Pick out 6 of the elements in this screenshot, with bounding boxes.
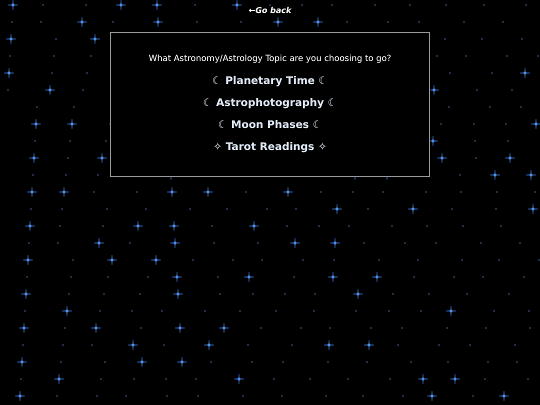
topic-link[interactable]: ☾ Astrophotography ☾: [203, 92, 337, 114]
topic-link[interactable]: ✧ Tarot Readings ✧: [213, 136, 327, 158]
question-text: What Astronomy/Astrology Topic are you choosing to go?: [148, 54, 392, 64]
topic-link[interactable]: ☾ Planetary Time ☾: [212, 70, 328, 92]
topic-link[interactable]: ☾ Moon Phases ☾: [218, 114, 322, 136]
go-back-link[interactable]: ←Go back: [248, 6, 292, 15]
